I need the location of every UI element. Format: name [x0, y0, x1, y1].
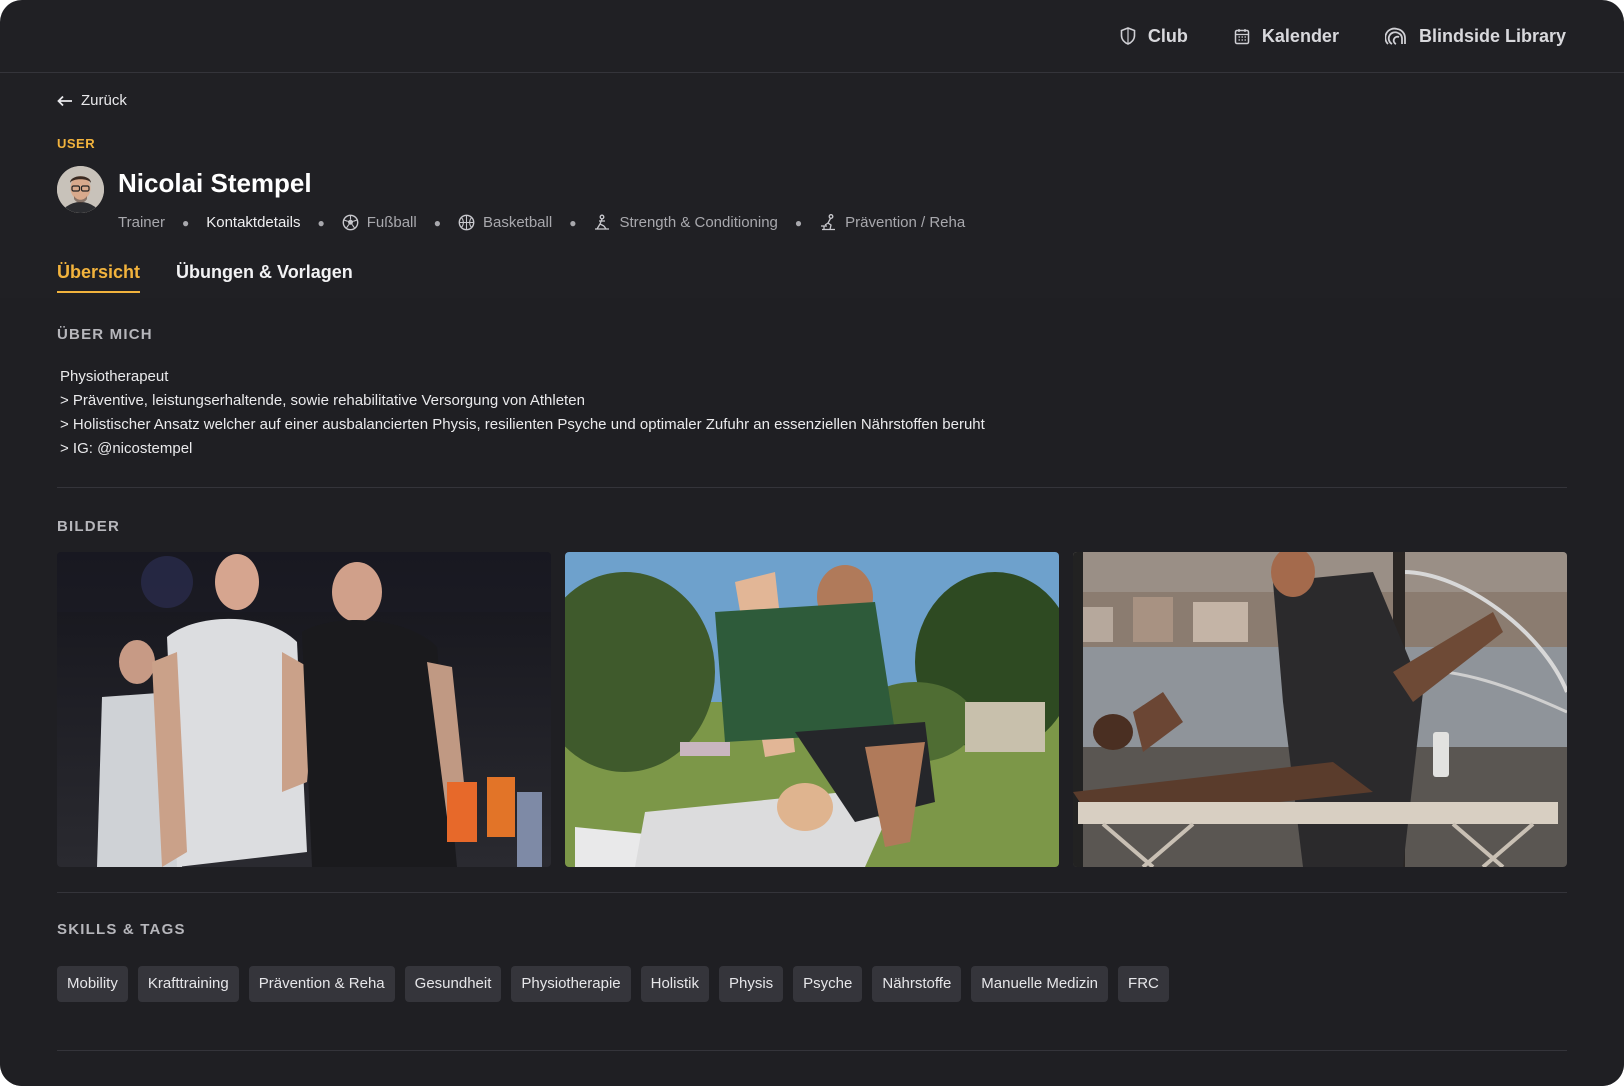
profile-tabs: Übersicht Übungen & Vorlagen — [57, 262, 389, 293]
skill-tag[interactable]: Nährstoffe — [872, 966, 962, 1002]
nav-library-label: Blindside Library — [1418, 25, 1566, 46]
gallery-image-3[interactable] — [1073, 552, 1567, 867]
about-heading: ÜBER MICH — [57, 326, 153, 343]
skill-tag[interactable]: Prävention & Reha — [248, 966, 395, 1002]
separator-dot: ● — [181, 215, 190, 230]
tab-exercises-templates[interactable]: Übungen & Vorlagen — [176, 262, 353, 293]
sport-tag-strength: Strength & Conditioning — [593, 214, 778, 231]
section-divider — [57, 487, 1567, 488]
sport-tag-prevention: Prävention / Reha — [819, 214, 965, 231]
profile-title: Trainer — [118, 214, 165, 231]
shield-icon — [1120, 27, 1136, 45]
skills-tag-list: Mobility Krafttraining Prävention & Reha… — [57, 966, 1179, 1002]
section-divider — [57, 892, 1567, 893]
strength-icon — [595, 214, 610, 230]
basketball-icon — [458, 214, 475, 231]
nav-calendar-label: Kalender — [1261, 25, 1339, 46]
rehab-icon — [821, 214, 836, 231]
sport-tag-label: Strength & Conditioning — [619, 214, 778, 231]
skill-tag[interactable]: Physis — [718, 966, 784, 1002]
gallery-image-2[interactable] — [565, 552, 1059, 867]
skills-heading: SKILLS & TAGS — [57, 921, 186, 938]
about-line: Physiotherapeut — [60, 368, 169, 385]
skill-tag[interactable]: Mobility — [57, 966, 128, 1002]
calendar-icon — [1234, 28, 1250, 44]
sport-tag-football: Fußball — [342, 214, 417, 231]
section-divider — [57, 1050, 1567, 1051]
skill-tag[interactable]: Psyche — [793, 966, 863, 1002]
back-link[interactable]: Zurück — [57, 92, 127, 109]
about-text: Physiotherapeut > Präventive, leistungse… — [60, 365, 985, 461]
user-role-label: USER — [57, 136, 96, 151]
arrow-left-icon — [57, 95, 72, 106]
sport-tag-label: Prävention / Reha — [845, 214, 966, 231]
profile-name: Nicolai Stempel — [118, 168, 312, 198]
avatar — [57, 166, 104, 213]
tab-overview[interactable]: Übersicht — [57, 262, 141, 293]
about-line: > Präventive, leistungserhaltende, sowie… — [60, 392, 585, 409]
app-window: Club Kalender Blindside Library Zurück U… — [0, 0, 1624, 1086]
skill-tag[interactable]: FRC — [1118, 966, 1169, 1002]
nav-club[interactable]: Club — [1120, 26, 1188, 47]
separator-dot: ● — [794, 215, 803, 230]
about-line: > Holistischer Ansatz welcher auf einer … — [60, 416, 985, 433]
sport-tag-basketball: Basketball — [458, 214, 552, 231]
soccer-ball-icon — [342, 214, 359, 231]
separator-dot: ● — [317, 215, 325, 230]
nav-calendar[interactable]: Kalender — [1234, 26, 1339, 47]
sport-tag-label: Fußball — [366, 214, 417, 231]
images-heading: BILDER — [57, 518, 121, 535]
skill-tag[interactable]: Krafttraining — [137, 966, 239, 1002]
separator-dot: ● — [433, 215, 441, 230]
sport-tag-label: Basketball — [482, 214, 553, 231]
library-logo-icon — [1384, 27, 1406, 45]
about-line: > IG: @nicostempel — [60, 440, 193, 457]
nav-library[interactable]: Blindside Library — [1384, 25, 1566, 47]
top-navigation: Club Kalender Blindside Library — [0, 0, 1624, 73]
skill-tag[interactable]: Manuelle Medizin — [971, 966, 1109, 1002]
gallery-image-1[interactable] — [57, 552, 551, 867]
skill-tag[interactable]: Holistik — [640, 966, 709, 1002]
nav-club-label: Club — [1147, 25, 1188, 46]
skill-tag[interactable]: Physiotherapie — [511, 966, 631, 1002]
skill-tag[interactable]: Gesundheit — [404, 966, 502, 1002]
contact-details-link[interactable]: Kontaktdetails — [206, 214, 300, 231]
profile-meta: Trainer ● Kontaktdetails ● Fußball ● Bas… — [118, 214, 965, 231]
back-label: Zurück — [81, 92, 127, 109]
separator-dot: ● — [569, 215, 577, 230]
